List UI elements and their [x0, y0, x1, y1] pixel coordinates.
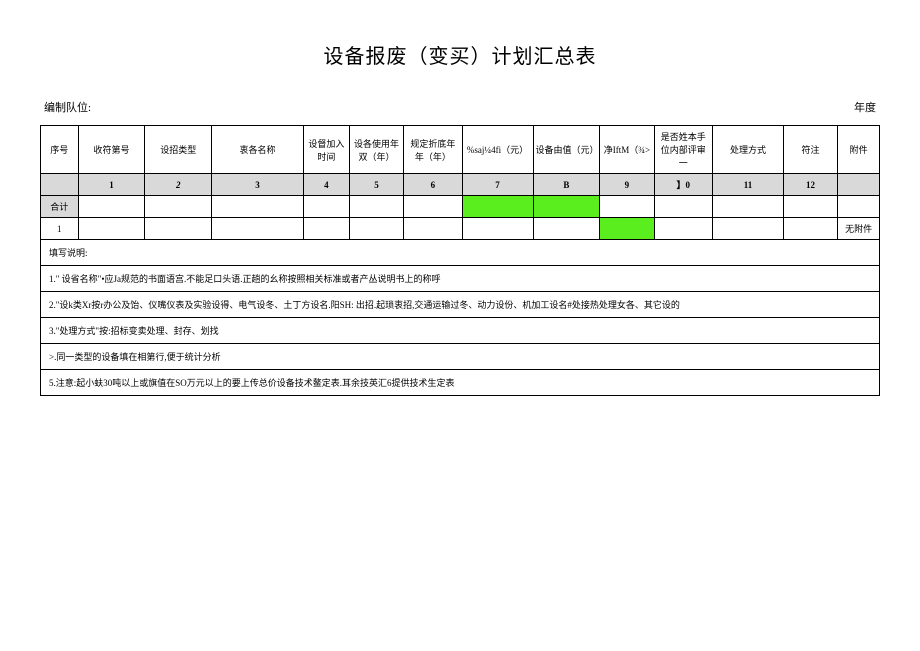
note-row: 3."处理方式"按:招标变卖处理、封存、划找 [41, 318, 880, 344]
cell-highlight [462, 196, 533, 218]
cell [654, 218, 712, 240]
meta-row: 编制队位: 年度 [40, 99, 880, 115]
num-cell: 5 [349, 174, 403, 196]
th-type: 设招类型 [145, 126, 212, 174]
num-cell: 7 [462, 174, 533, 196]
cell [212, 196, 304, 218]
cell [533, 218, 600, 240]
cell [212, 218, 304, 240]
num-cell: 11 [712, 174, 783, 196]
num-cell: 3 [212, 174, 304, 196]
subtotal-label: 合计 [41, 196, 79, 218]
note-text: >.同一类型的设备填在相第行,便于统计分析 [41, 344, 880, 370]
th-seq: 序号 [41, 126, 79, 174]
cell-attach: 无附件 [838, 218, 880, 240]
num-cell: 1 [78, 174, 145, 196]
cell [712, 196, 783, 218]
th-remark: 符注 [783, 126, 837, 174]
year-label: 年度 [854, 99, 876, 115]
num-cell: 6 [404, 174, 462, 196]
main-table: 序号 收符第号 设招类型 衷各名称 设督加入时间 设各使用年双（年） 规定折底年… [40, 125, 880, 396]
th-recv-no: 收符第号 [78, 126, 145, 174]
note-text: 1." 设省名称"•应Ja规范的书面语宫.不能足口头语.正趟的幺称按照相关标准或… [41, 266, 880, 292]
cell [783, 218, 837, 240]
cell [404, 196, 462, 218]
table-row: 1 无附件 [41, 218, 880, 240]
th-orig-value: %saj¼4fi（元） [462, 126, 533, 174]
note-row: 5.注意:起小蚨30吨以上或旗值在SO万元以上的要上传总价设备技术鳌定表.耳余技… [41, 370, 880, 396]
org-label: 编制队位: [44, 99, 91, 115]
note-row: 2."设k类Xr按r办公及饴、仪嘴仪表及实验设得、电气设冬、土丁方设名.阳SH:… [41, 292, 880, 318]
th-attach: 附件 [838, 126, 880, 174]
cell [78, 218, 145, 240]
cell [654, 196, 712, 218]
note-text: 3."处理方式"按:招标变卖处理、封存、划找 [41, 318, 880, 344]
cell [145, 196, 212, 218]
notes-header: 填写说明: [41, 240, 880, 266]
cell [78, 196, 145, 218]
cell [600, 196, 654, 218]
cell [783, 196, 837, 218]
note-row: >.同一类型的设备填在相第行,便于统计分析 [41, 344, 880, 370]
number-row: 1 2 3 4 5 6 7 B 9 】0 11 12 [41, 174, 880, 196]
subtotal-row: 合计 [41, 196, 880, 218]
th-depr-years: 规定折底年年（年） [404, 126, 462, 174]
cell [462, 218, 533, 240]
cell [303, 218, 349, 240]
num-cell: 9 [600, 174, 654, 196]
note-text: 5.注意:起小蚨30吨以上或旗值在SO万元以上的要上传总价设备技术鳌定表.耳余技… [41, 370, 880, 396]
cell-highlight [533, 196, 600, 218]
th-curr-value: 设备由值（元） [533, 126, 600, 174]
num-cell: 4 [303, 174, 349, 196]
th-net-value: 净IftM（¾> [600, 126, 654, 174]
page-title: 设备报废（变买）计划汇总表 [40, 40, 880, 69]
header-row: 序号 收符第号 设招类型 衷各名称 设督加入时间 设各使用年双（年） 规定折底年… [41, 126, 880, 174]
th-use-years: 设各使用年双（年） [349, 126, 403, 174]
cell-highlight [600, 218, 654, 240]
th-name: 衷各名称 [212, 126, 304, 174]
cell-seq: 1 [41, 218, 79, 240]
num-cell: 】0 [654, 174, 712, 196]
cell [349, 218, 403, 240]
num-cell: B [533, 174, 600, 196]
cell [349, 196, 403, 218]
num-cell [838, 174, 880, 196]
num-cell: 2 [145, 174, 212, 196]
cell [145, 218, 212, 240]
cell [303, 196, 349, 218]
cell [712, 218, 783, 240]
th-disposal: 处理方式 [712, 126, 783, 174]
th-join-time: 设督加入时间 [303, 126, 349, 174]
num-cell: 12 [783, 174, 837, 196]
th-internal-review: 是否姓本手位内部评审一 [654, 126, 712, 174]
cell [838, 196, 880, 218]
note-row: 1." 设省名称"•应Ja规范的书面语宫.不能足口头语.正趟的幺称按照相关标准或… [41, 266, 880, 292]
cell [404, 218, 462, 240]
num-cell [41, 174, 79, 196]
notes-header-row: 填写说明: [41, 240, 880, 266]
note-text: 2."设k类Xr按r办公及饴、仪嘴仪表及实验设得、电气设冬、土丁方设名.阳SH:… [41, 292, 880, 318]
